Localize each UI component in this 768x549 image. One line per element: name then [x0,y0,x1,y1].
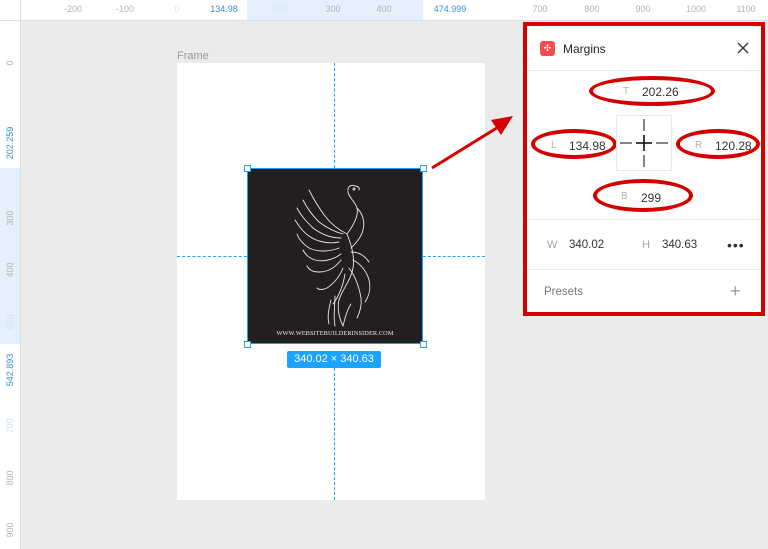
margin-top-input[interactable]: 202.26 [642,85,679,99]
more-icon[interactable]: ••• [727,237,745,253]
divider [527,219,761,220]
margin-bottom-input[interactable]: 299 [641,191,661,205]
margin-left-label: L [551,140,557,151]
margin-right-label: R [695,140,703,151]
margins-plugin-icon: ✣ [540,41,555,56]
margin-right-input[interactable]: 120.28 [715,139,752,153]
width-label: W [547,239,558,251]
margin-left-input[interactable]: 134.98 [569,139,606,153]
divider [527,269,761,270]
plus-icon[interactable]: + [730,281,741,302]
margin-top-label: T [623,86,630,97]
panel-title: Margins [563,42,606,56]
presets-label: Presets [544,286,583,298]
width-input[interactable]: 340.02 [569,239,604,251]
panel-header: ✣ Margins [527,26,761,71]
margin-bottom-label: B [621,191,628,202]
height-input[interactable]: 340.63 [662,239,697,251]
ruler-corner [0,0,21,21]
margins-panel: ✣ Margins T 202.26 L 134.98 R 120.28 B 2… [523,22,765,316]
close-icon[interactable] [735,40,751,56]
crosshair-icon[interactable] [616,115,672,171]
height-label: H [642,239,650,251]
